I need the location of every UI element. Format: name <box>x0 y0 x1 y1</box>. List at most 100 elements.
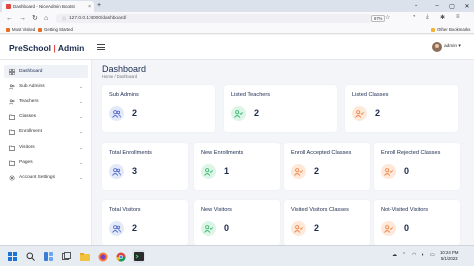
sidebar-item-account-settings[interactable]: Account Settings ⌄ <box>4 171 88 184</box>
volume-icon[interactable]: ◖ <box>421 252 424 258</box>
list-tabs-icon[interactable]: ⌄ <box>414 2 418 8</box>
firefox-icon <box>38 27 42 32</box>
card-title: Listed Classes <box>352 92 389 98</box>
sidebar-item-dashboard[interactable]: Dashboard <box>4 65 88 78</box>
users-icon <box>109 106 124 121</box>
stat-card-listed-classes: Listed Classes 2 <box>345 85 458 132</box>
sidebar-item-enrollment[interactable]: Enrollment ⌄ <box>4 125 88 138</box>
sidebar-item-label: Visitors <box>19 145 35 150</box>
wifi-icon[interactable]: ◠ <box>412 252 416 258</box>
bookmark-most-visited[interactable]: Most Visited <box>6 27 35 32</box>
sidebar-item-label: Classes <box>19 114 37 119</box>
sidebar-item-pages[interactable]: Pages ⌄ <box>4 156 88 169</box>
toggle-sidebar-icon[interactable] <box>97 44 105 51</box>
tab-close-icon[interactable]: × <box>88 4 94 10</box>
battery-icon[interactable]: ▭ <box>430 252 435 258</box>
home-icon[interactable]: ⌂ <box>44 14 48 23</box>
stat-card-new-visitors: New Visitors 0 <box>194 200 280 245</box>
forward-icon[interactable]: → <box>19 14 26 23</box>
url-bar[interactable]: ⓘ 127.0.0.1:8000/dashboard/ <box>56 14 372 23</box>
chevron-down-icon: ⌄ <box>79 174 83 180</box>
folder-icon <box>431 27 435 32</box>
card-title: New Enrollments <box>201 150 244 156</box>
card-title: Enroll Rejected Classes <box>381 150 441 156</box>
user-menu[interactable]: admin ▾ <box>444 44 461 49</box>
browser-tab[interactable]: Dashboard - NiceAdmin Bootst × <box>2 1 94 12</box>
sidebar: Dashboard Sub Admins ⌄ Teachers ⌄ Classes ⌄ Enr… <box>0 60 92 245</box>
chevron-down-icon: ⌄ <box>79 83 83 89</box>
clock-date: 5/1/2023 <box>440 256 458 261</box>
maximize-icon[interactable]: ▢ <box>445 0 459 12</box>
weather-icon[interactable]: ☁ <box>392 252 397 258</box>
stat-card-enroll-accepted-classes: Enroll Accepted Classes 2 <box>284 143 370 190</box>
back-icon[interactable]: ← <box>6 14 13 23</box>
task-view-icon[interactable] <box>60 250 73 263</box>
chrome-icon[interactable] <box>114 250 127 263</box>
other-bookmarks[interactable]: Other Bookmarks <box>431 27 470 32</box>
downloads-icon[interactable]: ⤓ <box>426 14 429 21</box>
page-info-icon[interactable]: ⓘ <box>62 16 66 22</box>
stat-card-not-visited-visitors: Not-Visited Visitors 0 <box>374 200 460 245</box>
pocket-icon[interactable]: ◔ <box>412 14 416 20</box>
sidebar-item-sub-admins[interactable]: Sub Admins ⌄ <box>4 80 88 93</box>
bookmark-star-icon[interactable]: ☆ <box>385 14 390 21</box>
folder-icon <box>9 114 15 120</box>
windows-start-icon[interactable] <box>6 250 19 263</box>
card-value: 0 <box>224 223 230 233</box>
close-window-icon[interactable]: ✕ <box>460 0 474 12</box>
url-text: 127.0.0.1:8000/dashboard/ <box>69 16 127 21</box>
sidebar-item-label: Pages <box>19 160 33 165</box>
avatar[interactable] <box>432 42 442 52</box>
card-value: 2 <box>314 223 320 233</box>
chevron-up-icon[interactable]: ⌃ <box>402 252 406 258</box>
card-title: Total Visitors <box>109 207 141 213</box>
brand-logo[interactable]: PreSchool | Admin <box>9 43 84 53</box>
card-value: 0 <box>404 223 410 233</box>
menu-icon[interactable]: ≡ <box>456 14 460 20</box>
stat-card-enroll-rejected-classes: Enroll Rejected Classes 0 <box>374 143 460 190</box>
search-icon[interactable] <box>24 250 37 263</box>
grid-icon <box>9 68 15 75</box>
folder-icon <box>9 160 15 166</box>
card-value: 3 <box>132 166 138 176</box>
file-explorer-icon[interactable] <box>78 250 91 263</box>
chevron-down-icon: ⌄ <box>79 159 83 165</box>
user-check-icon <box>201 221 216 236</box>
users-icon <box>109 164 124 179</box>
user-check-icon <box>291 221 306 236</box>
users-icon <box>9 99 15 105</box>
card-value: 2 <box>375 108 381 118</box>
card-title: Visited Visitors Classes <box>291 207 349 213</box>
zoom-level[interactable]: 67% <box>371 15 386 22</box>
extensions-icon[interactable]: ✱ <box>440 14 445 21</box>
minimize-icon[interactable]: – <box>430 0 444 12</box>
card-title: Not-Visited Visitors <box>381 207 429 213</box>
sidebar-item-teachers[interactable]: Teachers ⌄ <box>4 95 88 108</box>
system-clock[interactable]: 10:24 PM 5/1/2023 <box>440 250 458 262</box>
folder-icon <box>9 145 15 151</box>
stat-card-new-enrollments: New Enrollments 1 <box>194 143 280 190</box>
new-tab-button[interactable]: + <box>97 2 101 10</box>
tab-favicon-icon <box>6 4 11 9</box>
card-title: Sub Admins <box>109 92 139 98</box>
app-header: PreSchool | Admin admin ▾ <box>0 35 474 60</box>
bookmark-getting-started[interactable]: Getting Started <box>38 27 73 32</box>
stat-card-sub-admins: Sub Admins 2 <box>102 85 215 132</box>
reload-icon[interactable]: ↻ <box>32 14 38 23</box>
terminal-icon[interactable] <box>132 250 145 263</box>
card-value: 2 <box>132 108 138 118</box>
user-check-icon <box>291 164 306 179</box>
card-value: 2 <box>132 223 138 233</box>
sidebar-item-label: Sub Admins <box>19 84 45 89</box>
user-check-icon <box>381 221 396 236</box>
card-title: New Visitors <box>201 207 232 213</box>
card-value: 1 <box>224 166 230 176</box>
chevron-down-icon: ⌄ <box>79 98 83 104</box>
widgets-icon[interactable] <box>42 250 55 263</box>
sidebar-item-label: Dashboard <box>19 69 43 74</box>
navigation-bar: ← → ↻ ⌂ ⓘ 127.0.0.1:8000/dashboard/ 67% … <box>0 12 474 25</box>
sidebar-item-classes[interactable]: Classes ⌄ <box>4 110 88 123</box>
sidebar-item-visitors[interactable]: Visitors ⌄ <box>4 141 88 154</box>
card-value: 0 <box>404 166 410 176</box>
firefox-taskbar-icon[interactable] <box>96 250 109 263</box>
